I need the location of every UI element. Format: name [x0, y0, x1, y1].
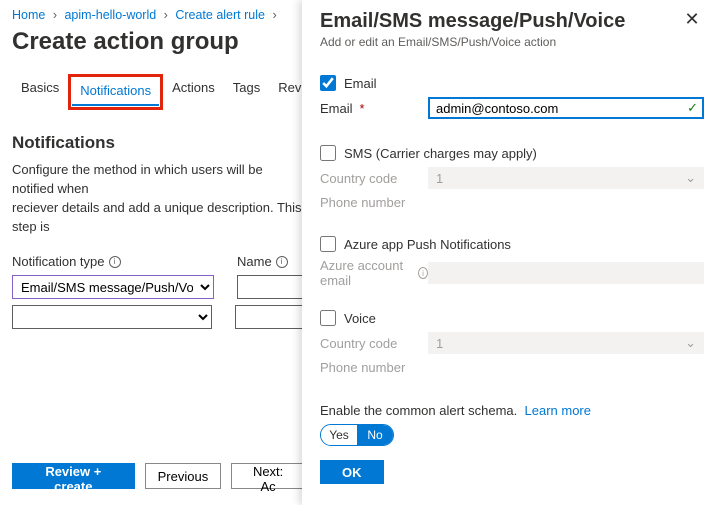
push-email-label: Azure account email i — [320, 258, 428, 288]
voice-country-code-select: 1⌄ — [428, 332, 704, 354]
close-icon[interactable]: ✕ — [680, 10, 704, 28]
notification-name-input-empty[interactable] — [235, 305, 305, 329]
notification-name-input[interactable] — [237, 275, 307, 299]
tab-tags[interactable]: Tags — [224, 74, 269, 110]
notification-type-select[interactable]: Email/SMS message/Push/Voice — [12, 275, 214, 299]
review-create-button[interactable]: Review + create — [12, 463, 135, 489]
sms-country-code-select: 1⌄ — [428, 167, 704, 189]
info-icon[interactable]: i — [276, 256, 288, 268]
sms-country-code-label: Country code — [320, 171, 428, 186]
page-title: Create action group — [12, 28, 305, 56]
voice-checkbox-label: Voice — [344, 311, 376, 326]
previous-button[interactable]: Previous — [145, 463, 222, 489]
email-checkbox[interactable] — [320, 75, 336, 91]
push-email-input — [428, 262, 704, 284]
schema-toggle[interactable]: Yes No — [320, 424, 394, 446]
toggle-no[interactable]: No — [357, 425, 393, 445]
info-icon[interactable]: i — [418, 267, 428, 279]
notification-row-empty — [12, 305, 305, 329]
main-pane: Home › apim-hello-world › Create alert r… — [0, 0, 305, 505]
crumb-alert-rule[interactable]: Create alert rule — [175, 8, 265, 22]
email-input[interactable] — [428, 97, 704, 119]
voice-phone-label: Phone number — [320, 360, 704, 375]
section-description: Configure the method in which users will… — [12, 161, 305, 236]
push-checkbox[interactable] — [320, 236, 336, 252]
notification-type-select-empty[interactable] — [12, 305, 212, 329]
voice-country-code-label: Country code — [320, 336, 428, 351]
notification-row: Email/SMS message/Push/Voice — [12, 275, 305, 299]
voice-section: Voice Country code 1⌄ Phone number — [320, 310, 704, 379]
ok-button[interactable]: OK — [320, 460, 384, 484]
crumb-home[interactable]: Home — [12, 8, 45, 22]
sms-phone-label: Phone number — [320, 195, 704, 210]
panel-title: Email/SMS message/Push/Voice — [320, 10, 625, 33]
push-checkbox-label: Azure app Push Notifications — [344, 237, 511, 252]
panel-subtitle: Add or edit an Email/SMS/Push/Voice acti… — [320, 35, 625, 49]
learn-more-link[interactable]: Learn more — [525, 403, 591, 418]
tab-basics[interactable]: Basics — [12, 74, 68, 110]
info-icon[interactable]: i — [109, 256, 121, 268]
email-section: Email Email* ✓ — [320, 75, 704, 119]
chevron-right-icon: › — [272, 8, 276, 22]
next-button[interactable]: Next: Ac — [231, 463, 305, 489]
schema-line: Enable the common alert schema. Learn mo… — [320, 403, 704, 446]
highlight-box: Notifications — [68, 74, 163, 110]
column-headers: Notification type i Name i — [12, 254, 305, 269]
sms-checkbox[interactable] — [320, 145, 336, 161]
tabs: Basics Notifications Actions Tags Review — [12, 74, 305, 111]
chevron-down-icon: ⌄ — [685, 335, 696, 351]
voice-checkbox[interactable] — [320, 310, 336, 326]
chevron-down-icon: ⌄ — [685, 170, 696, 186]
notification-config-panel: Email/SMS message/Push/Voice Add or edit… — [302, 0, 722, 505]
email-field-label: Email* — [320, 101, 428, 116]
col-name: Name i — [237, 254, 288, 269]
chevron-right-icon: › — [53, 8, 57, 22]
footer-buttons: Review + create Previous Next: Ac — [12, 463, 305, 489]
toggle-yes[interactable]: Yes — [321, 425, 357, 445]
push-section: Azure app Push Notifications Azure accou… — [320, 236, 704, 288]
tab-notifications[interactable]: Notifications — [72, 78, 159, 106]
sms-section: SMS (Carrier charges may apply) Country … — [320, 145, 704, 214]
section-heading: Notifications — [12, 133, 305, 153]
col-notification-type: Notification type i — [12, 254, 237, 269]
chevron-right-icon: › — [164, 8, 168, 22]
crumb-resource[interactable]: apim-hello-world — [64, 8, 156, 22]
tab-actions[interactable]: Actions — [163, 74, 224, 110]
sms-checkbox-label: SMS (Carrier charges may apply) — [344, 146, 537, 161]
email-checkbox-label: Email — [344, 76, 377, 91]
breadcrumb: Home › apim-hello-world › Create alert r… — [12, 8, 305, 22]
